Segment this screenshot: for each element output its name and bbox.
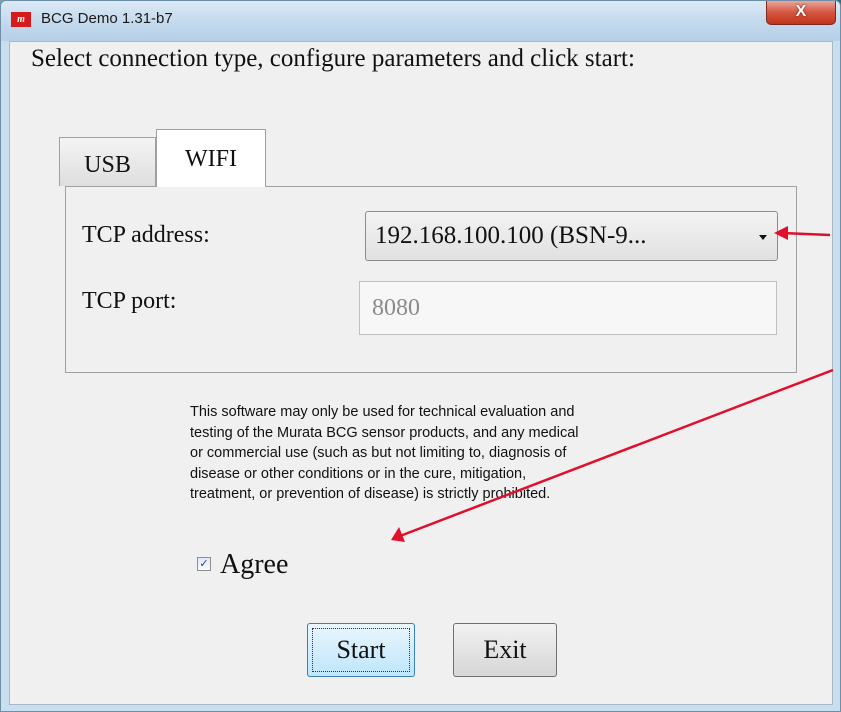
disclaimer-line: disease or other conditions or in the cu… [190,465,527,482]
agree-label[interactable]: Agree [220,549,288,581]
close-icon: X [795,3,807,20]
exit-button-label: Exit [483,635,527,664]
tab-wifi[interactable]: WIFI [156,129,266,187]
disclaimer-text: This software may only be used for techn… [190,402,660,505]
agree-checkbox[interactable]: ✓ [197,557,211,571]
start-button[interactable]: Start [307,623,415,677]
disclaimer-line: testing of the Murata BCG sensor product… [190,424,579,441]
close-button[interactable]: X [766,1,836,25]
title-bar[interactable]: m BCG Demo 1.31-b7 X [1,1,840,41]
window-title: BCG Demo 1.31-b7 [41,10,173,27]
tcp-address-dropdown[interactable]: 192.168.100.100 (BSN-9... [365,211,778,261]
focus-ring [312,628,410,672]
exit-button[interactable]: Exit [453,623,557,677]
murata-logo-icon: m [11,12,31,27]
instruction-text: Select connection type, configure parame… [31,45,635,72]
disclaimer-line: treatment, or prevention of disease) is … [190,486,551,503]
disclaimer-line: or commercial use (such as but not limit… [190,445,567,462]
disclaimer-line: This software may only be used for techn… [190,404,575,420]
checkmark-icon: ✓ [199,557,209,570]
tab-usb[interactable]: USB [59,137,156,186]
tcp-port-input[interactable]: 8080 [359,281,777,335]
tcp-port-label: TCP port: [82,288,177,314]
tcp-address-label: TCP address: [82,222,210,248]
tcp-address-value: 192.168.100.100 (BSN-9... [375,222,647,249]
app-window: m BCG Demo 1.31-b7 X Select connection t… [0,0,841,712]
tcp-port-value: 8080 [372,295,420,321]
chevron-down-icon [759,235,767,240]
